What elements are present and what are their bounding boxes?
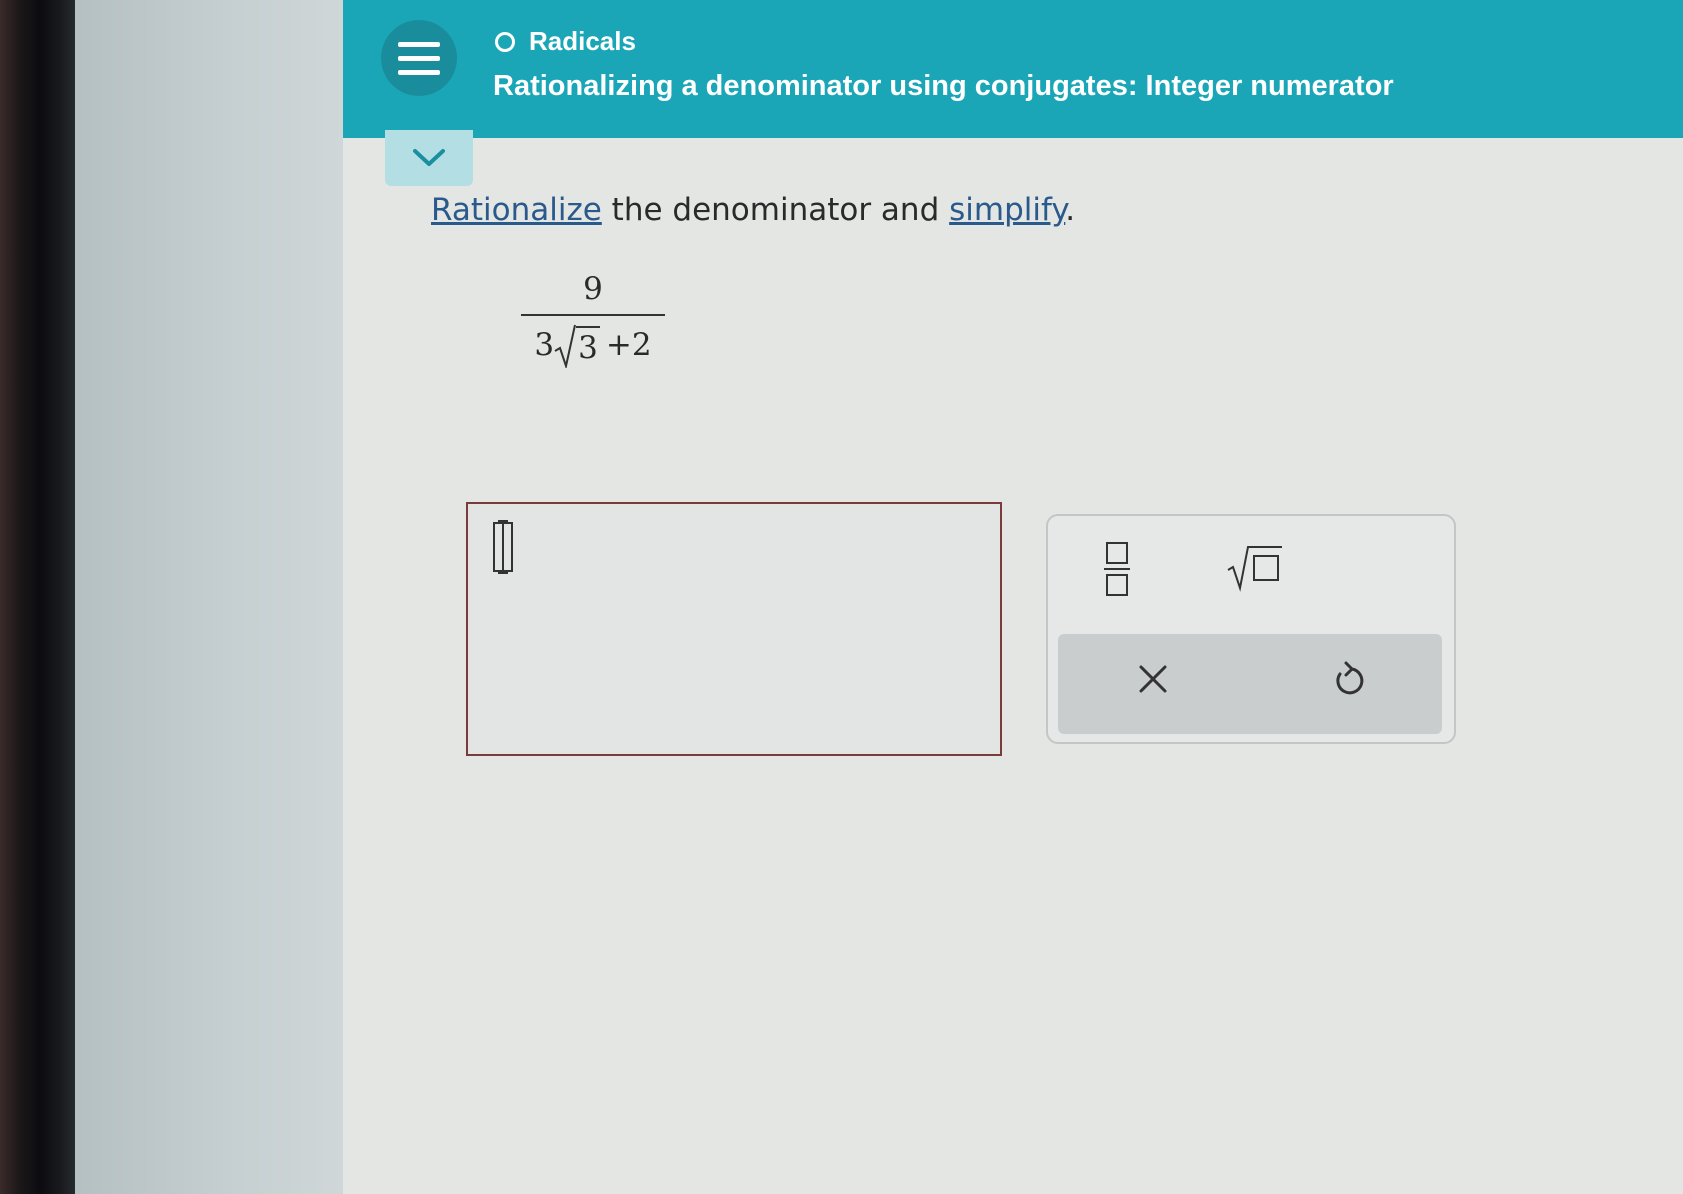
simplify-link[interactable]: simplify — [949, 192, 1065, 228]
expression-fraction: 9 3 3 +2 — [521, 268, 665, 368]
chevron-down-icon — [413, 149, 445, 166]
fraction-icon — [1104, 542, 1130, 596]
menu-line-icon — [398, 69, 440, 75]
answer-input-box[interactable] — [466, 502, 1002, 756]
fraction-bar — [521, 314, 665, 316]
undo-button[interactable] — [1328, 660, 1368, 704]
denominator-coefficient: 3 — [534, 327, 555, 363]
math-palette — [1046, 514, 1456, 744]
radical-sign-icon — [554, 324, 577, 368]
fraction-button[interactable] — [1102, 538, 1132, 604]
clear-button[interactable] — [1136, 662, 1170, 700]
hamburger-menu-button[interactable] — [381, 20, 457, 96]
monitor-bezel — [0, 0, 75, 1194]
topic-label: Radicals — [529, 26, 636, 56]
undo-icon — [1336, 661, 1364, 695]
menu-line-icon — [398, 41, 440, 47]
question-end-text: . — [1065, 192, 1076, 228]
header-bar: Radicals Rationalizing a denominator usi… — [343, 0, 1683, 138]
text-cursor-icon — [493, 520, 513, 574]
denominator-plus-term: +2 — [605, 327, 652, 363]
rationalize-link[interactable]: Rationalize — [431, 192, 602, 228]
topic-progress-circle-icon — [495, 31, 515, 52]
palette-action-bar — [1058, 634, 1442, 734]
square-root-icon — [1227, 546, 1282, 592]
left-side-panel — [75, 0, 343, 1194]
question-text: Rationalize the denominator and simplify… — [431, 192, 1075, 228]
square-root-button[interactable] — [1226, 544, 1284, 598]
radicand: 3 — [576, 326, 600, 368]
question-middle-text: the denominator and — [601, 192, 950, 228]
topic-row: Radicals — [495, 26, 636, 57]
fraction-numerator: 9 — [583, 271, 603, 307]
app-window: Radicals Rationalizing a denominator usi… — [343, 0, 1683, 1194]
menu-line-icon — [398, 55, 440, 61]
fraction-denominator: 3 3 +2 — [521, 322, 665, 368]
page-title: Rationalizing a denominator using conjug… — [493, 70, 1394, 102]
collapse-button[interactable] — [385, 130, 473, 186]
clear-x-icon — [1139, 665, 1167, 693]
